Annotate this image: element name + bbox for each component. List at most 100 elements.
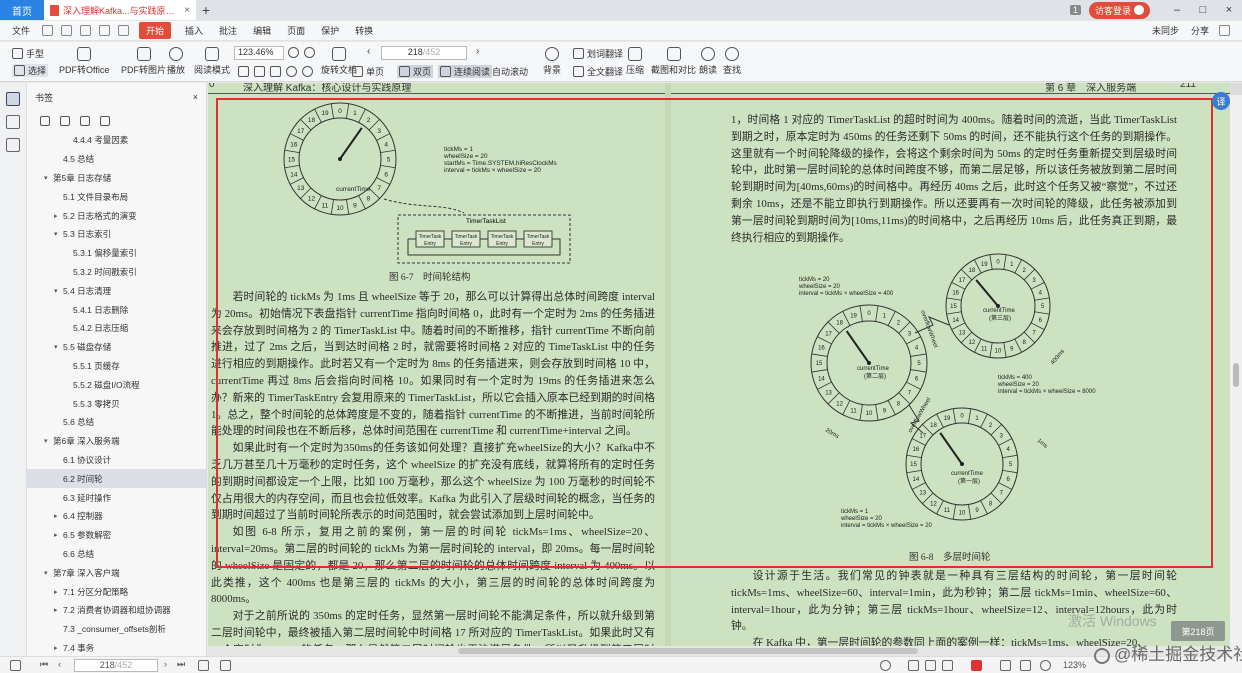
expand-arrow-icon[interactable]: ▸: [54, 606, 58, 614]
sidebar-item[interactable]: 7.3 _consumer_offsets剖析: [27, 620, 206, 639]
sidebar-item[interactable]: ▾5.3 日志索引: [27, 225, 206, 244]
tab-document[interactable]: 深入理解Kafka...与实践原理.pdf ×: [44, 0, 196, 20]
fit-page-icon[interactable]: [238, 66, 249, 77]
sidebar-item[interactable]: ▾5.5 磁盘存储: [27, 338, 206, 357]
sidebar-item[interactable]: ▸6.4 控制器: [27, 507, 206, 526]
select-tool[interactable]: 选择: [12, 64, 48, 77]
find-button[interactable]: 查找: [723, 47, 741, 76]
bookmark-panel-icon[interactable]: [6, 92, 20, 106]
word-translate-button[interactable]: 划词翻译: [573, 47, 623, 60]
first-page-icon[interactable]: ⏮: [40, 659, 48, 670]
expand-arrow-icon[interactable]: ▸: [54, 588, 58, 596]
sidebar-item[interactable]: 5.3.2 时间戳索引: [27, 263, 206, 282]
sidebar-item[interactable]: ▾5.4 日志清理: [27, 281, 206, 300]
sidebar-item[interactable]: 6.3 延时操作: [27, 488, 206, 507]
pdf-to-image-button[interactable]: PDF转图片: [121, 47, 166, 76]
full-translate-button[interactable]: 全文翻译: [573, 65, 623, 78]
new-tab-button[interactable]: +: [196, 2, 216, 18]
tab-home[interactable]: 首页: [0, 0, 44, 20]
tab-close-icon[interactable]: ×: [184, 5, 190, 16]
sidebar-item[interactable]: 5.5.2 磁盘I/O流程: [27, 375, 206, 394]
continuous-read-button[interactable]: 连续阅读: [438, 65, 492, 78]
expand-arrow-icon[interactable]: ▸: [54, 512, 58, 520]
open-icon[interactable]: [42, 25, 53, 36]
fit-icon[interactable]: [220, 660, 231, 671]
translate-float-button[interactable]: 译: [1212, 92, 1230, 110]
sidebar-item[interactable]: 6.6 总结: [27, 545, 206, 564]
sync-status[interactable]: 未同步: [1146, 24, 1185, 37]
rotate-left-icon[interactable]: [286, 66, 297, 77]
close-window-button[interactable]: ×: [1216, 4, 1242, 16]
expand-all-icon[interactable]: [40, 116, 50, 126]
sidebar-item[interactable]: ▾第6章 深入服务端: [27, 432, 206, 451]
bookmark-icon[interactable]: [100, 116, 110, 126]
prev-page-icon[interactable]: ‹: [367, 46, 370, 57]
menu-start[interactable]: 开始: [139, 22, 171, 39]
collapse-arrow-icon[interactable]: ▾: [54, 287, 58, 295]
last-page-icon[interactable]: ⏭: [177, 659, 185, 670]
undo-icon[interactable]: [99, 25, 110, 36]
thumbnail-panel-icon[interactable]: [6, 115, 20, 129]
book-view-icon[interactable]: [942, 660, 953, 671]
single-page-button[interactable]: 单页: [352, 65, 384, 78]
sidebar-item[interactable]: ▾第5章 日志存储: [27, 169, 206, 188]
prev-page-status-icon[interactable]: ‹: [58, 659, 61, 669]
sidebar-item[interactable]: ▸7.2 消费者协调器和组协调器: [27, 601, 206, 620]
sidebar-item[interactable]: 5.4.2 日志压缩: [27, 319, 206, 338]
sidebar-item[interactable]: 5.5.1 页缓存: [27, 357, 206, 376]
hand-tool[interactable]: 手型: [12, 47, 44, 60]
status-page-input[interactable]: 218/452: [74, 659, 158, 672]
pdf-to-office-button[interactable]: PDF转Office: [59, 47, 109, 76]
menu-protect[interactable]: 保护: [313, 24, 347, 37]
double-page-button[interactable]: 双页: [397, 65, 433, 78]
next-page-status-icon[interactable]: ›: [164, 659, 167, 669]
sidebar-item[interactable]: 5.4.1 日志删除: [27, 300, 206, 319]
menu-convert[interactable]: 转换: [347, 24, 381, 37]
expand-arrow-icon[interactable]: ▸: [54, 644, 58, 652]
redo-icon[interactable]: [118, 25, 129, 36]
actual-size-icon[interactable]: [270, 66, 281, 77]
zoom-in-icon[interactable]: [304, 47, 315, 58]
play-status-icon[interactable]: [971, 660, 982, 671]
sidebar-item[interactable]: ▸6.5 参数解密: [27, 526, 206, 545]
sidebar-item[interactable]: ▾第7章 深入客户端: [27, 563, 206, 582]
search-panel-icon[interactable]: [6, 138, 20, 152]
zoom-out-status-icon[interactable]: [1040, 660, 1051, 671]
sidebar-item[interactable]: ▸5.2 日志格式的演变: [27, 206, 206, 225]
sidebar-item[interactable]: 5.5.3 零拷贝: [27, 394, 206, 413]
menu-insert[interactable]: 插入: [177, 24, 211, 37]
more-icon[interactable]: [1219, 25, 1230, 36]
screenshot-compare-button[interactable]: 截图和对比: [651, 47, 696, 76]
zoom-input[interactable]: 123.46%: [234, 46, 284, 60]
sidebar-item[interactable]: ▸7.4 事务: [27, 639, 206, 656]
print-icon[interactable]: [80, 25, 91, 36]
fit-page-status-icon[interactable]: [1020, 660, 1031, 671]
single-view-icon[interactable]: [908, 660, 919, 671]
zoom-out-icon[interactable]: [288, 47, 299, 58]
fit-width-icon[interactable]: [254, 66, 265, 77]
collapse-arrow-icon[interactable]: ▾: [44, 174, 48, 182]
sidebar-item[interactable]: 4.4.4 考量因素: [27, 131, 206, 150]
play-button[interactable]: 播放: [167, 47, 185, 76]
double-view-icon[interactable]: [925, 660, 936, 671]
menu-page[interactable]: 页面: [279, 24, 313, 37]
compress-button[interactable]: 压缩: [626, 47, 644, 76]
horizontal-scrollbar-thumb[interactable]: [458, 648, 918, 654]
visitor-login-button[interactable]: 访客登录: [1089, 2, 1150, 19]
background-button[interactable]: 背景: [543, 47, 561, 76]
sidebar-item[interactable]: 5.6 总结: [27, 413, 206, 432]
fit-width-status-icon[interactable]: [1000, 660, 1011, 671]
minimize-button[interactable]: –: [1164, 4, 1190, 16]
expand-arrow-icon[interactable]: ▸: [54, 531, 58, 539]
collapse-arrow-icon[interactable]: ▾: [44, 569, 48, 577]
horizontal-scrollbar[interactable]: [208, 646, 1230, 656]
menu-annotate[interactable]: 批注: [211, 24, 245, 37]
sidebar-toggle-icon[interactable]: [10, 660, 21, 671]
page-number-input[interactable]: 218/452: [381, 46, 467, 60]
save-icon[interactable]: [61, 25, 72, 36]
sidebar-item[interactable]: 5.1 文件目录布局: [27, 187, 206, 206]
read-mode-button[interactable]: 阅读模式: [194, 47, 230, 76]
sidebar-close-icon[interactable]: ×: [193, 92, 198, 102]
vertical-scrollbar[interactable]: [1230, 83, 1242, 656]
read-aloud-button[interactable]: 朗读: [699, 47, 717, 76]
